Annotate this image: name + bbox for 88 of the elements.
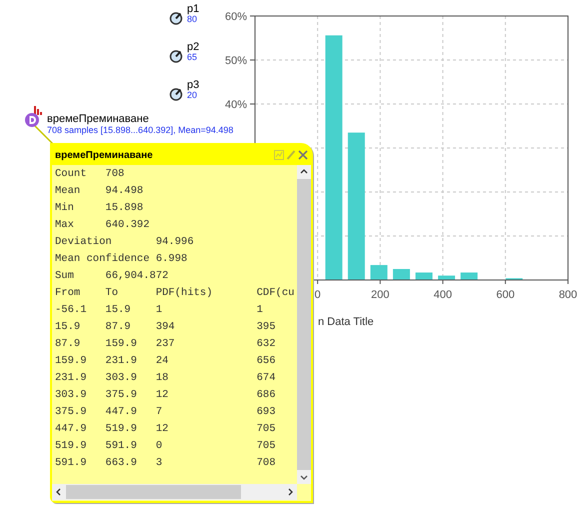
popup-title: времеПреминаване xyxy=(55,148,153,162)
dial-icon xyxy=(169,49,183,63)
dataset-name: времеПреминаване xyxy=(47,114,150,125)
table-cell-text: 159.9 xyxy=(105,337,138,352)
column-header: PDF(hits) xyxy=(156,286,214,301)
close-icon[interactable] xyxy=(298,150,308,160)
stat-value: 94.996 xyxy=(156,235,194,250)
pencil-icon[interactable] xyxy=(286,150,296,160)
stat-value: 708 xyxy=(105,167,124,182)
x-tick-label: 400 xyxy=(434,289,452,301)
table-cell-text: 708 xyxy=(256,456,276,471)
parameter-value: 65 xyxy=(187,52,198,62)
table-cell-text: 686 xyxy=(256,388,276,403)
horizontal-scrollbar[interactable] xyxy=(52,484,297,500)
stat-value: 6.998 xyxy=(156,252,188,267)
table-cell-text: 237 xyxy=(156,337,176,352)
dial-icon xyxy=(169,87,183,101)
table-cell-text: 656 xyxy=(256,354,276,369)
stat-label: Mean xyxy=(55,184,82,199)
stat-value: 15.898 xyxy=(105,201,144,216)
x-axis-title: n Data Title xyxy=(318,316,374,328)
table-cell-text: 1 xyxy=(256,303,263,318)
table-cell-text: 705 xyxy=(256,439,276,454)
table-cell-text: 303.9 xyxy=(105,371,138,386)
y-tick-label: 40% xyxy=(224,99,247,111)
table-cell-text: 395 xyxy=(256,320,276,335)
table-cell-text: 375.9 xyxy=(105,388,138,403)
table-cell-text: 1 xyxy=(156,303,164,318)
table-cell-text: 519.9 xyxy=(55,439,88,454)
table-cell-text: 18 xyxy=(156,371,170,386)
table-cell-text: 3 xyxy=(156,456,164,471)
x-tick-label: 0 xyxy=(314,289,321,301)
table-cell-text: 15.9 xyxy=(55,320,82,335)
parameter-value: 80 xyxy=(187,14,198,24)
y-tick-label: 60% xyxy=(224,11,247,23)
histogram-bar xyxy=(370,265,388,280)
parameter-name: p1 xyxy=(187,4,200,14)
table-cell-text: 674 xyxy=(256,371,276,386)
x-tick-label: 800 xyxy=(558,289,577,301)
table-cell-text: 447.9 xyxy=(105,405,138,420)
x-tick-label: 200 xyxy=(371,289,390,301)
table-cell-text: 87.9 xyxy=(105,320,132,335)
dataset-icon xyxy=(24,104,44,128)
table-cell-text: 231.9 xyxy=(105,354,138,369)
stat-value: 94.498 xyxy=(105,184,144,199)
table-cell-text: 231.9 xyxy=(55,371,88,386)
table-cell-text: 394 xyxy=(156,320,176,335)
dataset-summary: 708 samples [15.898...640.392], Mean=94.498 xyxy=(47,125,234,136)
table-cell-text: 705 xyxy=(256,422,276,437)
stat-label: Min xyxy=(55,201,75,216)
table-cell-text: 0 xyxy=(156,439,164,454)
table-cell-text: 519.9 xyxy=(105,422,138,437)
column-header: To xyxy=(105,286,120,301)
x-tick-label: 600 xyxy=(496,289,515,301)
table-cell-text: 375.9 xyxy=(55,405,88,420)
table-cell-text: 447.9 xyxy=(55,422,88,437)
stat-label: Sum xyxy=(55,269,75,284)
parameter-name: p3 xyxy=(187,80,200,90)
table-cell-text: 303.9 xyxy=(55,388,88,403)
table-cell-text: 591.9 xyxy=(55,456,88,471)
table-cell-text: 591.9 xyxy=(105,439,138,454)
histogram-bar xyxy=(438,276,456,280)
table-cell-text: 632 xyxy=(256,337,276,352)
table-cell-text: 693 xyxy=(256,405,276,420)
stat-value: 640.392 xyxy=(105,218,150,233)
stat-label: Max xyxy=(55,218,75,233)
chart-icon[interactable] xyxy=(274,150,284,160)
table-cell-text: 663.9 xyxy=(105,456,138,471)
column-header: CDF(cu xyxy=(256,286,294,301)
stat-label: Count xyxy=(55,167,88,182)
table-cell-text: 12 xyxy=(156,422,170,437)
parameter-name: p2 xyxy=(187,42,200,52)
scrollbar-thumb[interactable] xyxy=(66,485,241,499)
stat-label: Mean confidence xyxy=(55,252,151,267)
stat-label: Deviation xyxy=(55,235,113,250)
table-cell-text: 12 xyxy=(156,388,170,403)
stat-value: 66,904.872 xyxy=(105,269,168,284)
column-header: From xyxy=(55,286,82,301)
table-cell-text: 159.9 xyxy=(55,354,88,369)
table-cell-text: 7 xyxy=(156,405,164,420)
table-cell-text: 87.9 xyxy=(55,337,82,352)
parameter-value: 20 xyxy=(187,90,198,100)
table-cell-text: 24 xyxy=(156,354,170,369)
y-tick-label: 50% xyxy=(224,55,247,67)
dial-icon xyxy=(169,11,183,25)
table-cell-text: 15.9 xyxy=(105,303,132,318)
histogram-bar xyxy=(392,269,410,280)
table-cell-text: -56.1 xyxy=(55,303,88,318)
